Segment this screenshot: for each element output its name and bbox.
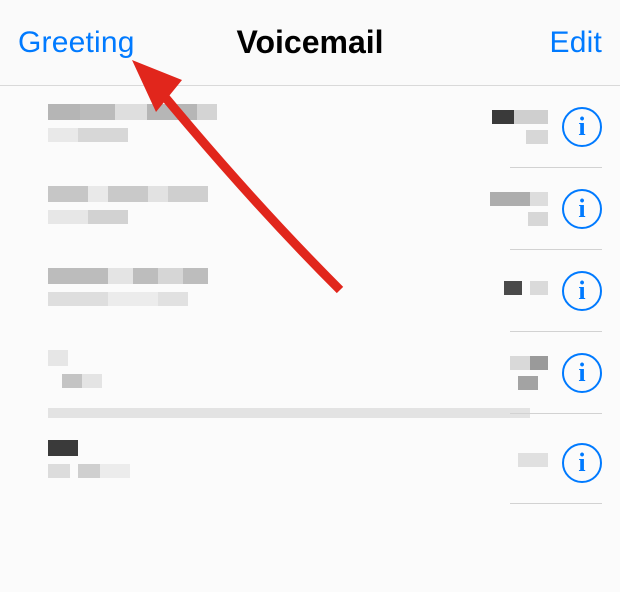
- info-icon[interactable]: i: [562, 107, 602, 147]
- greeting-button[interactable]: Greeting: [18, 26, 135, 60]
- voicemail-caller-info: [48, 350, 510, 396]
- voicemail-list: i i i i i: [0, 86, 620, 504]
- voicemail-row[interactable]: i: [0, 332, 620, 414]
- info-icon[interactable]: i: [562, 189, 602, 229]
- navigation-bar: Greeting Voicemail Edit: [0, 0, 620, 86]
- page-title: Voicemail: [236, 24, 383, 61]
- info-icon[interactable]: i: [562, 271, 602, 311]
- voicemail-caller-info: [48, 440, 518, 486]
- voicemail-row[interactable]: i: [0, 86, 620, 168]
- voicemail-caller-info: [48, 186, 490, 232]
- voicemail-caller-info: [48, 268, 504, 314]
- voicemail-meta: [504, 281, 548, 301]
- voicemail-row[interactable]: i: [0, 422, 620, 504]
- voicemail-caller-info: [48, 104, 492, 150]
- voicemail-row[interactable]: i: [0, 168, 620, 250]
- voicemail-meta: [510, 356, 548, 390]
- voicemail-meta: [518, 453, 548, 473]
- voicemail-row[interactable]: i: [0, 250, 620, 332]
- voicemail-meta: [490, 192, 548, 226]
- info-icon[interactable]: i: [562, 353, 602, 393]
- info-icon[interactable]: i: [562, 443, 602, 483]
- voicemail-meta: [492, 110, 548, 144]
- edit-button[interactable]: Edit: [550, 26, 603, 60]
